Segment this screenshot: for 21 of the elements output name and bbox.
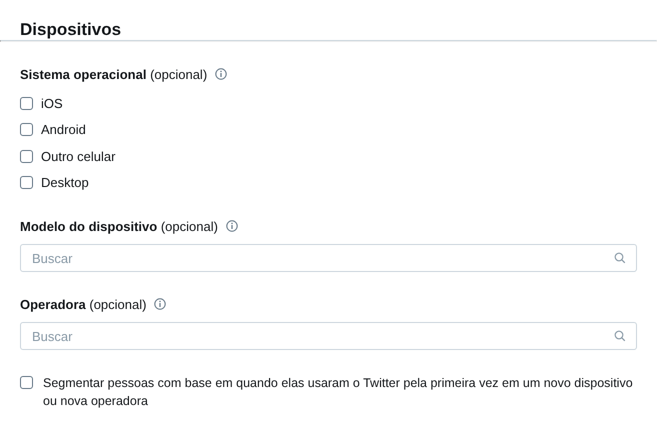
checkbox-label: Outro celular bbox=[41, 148, 116, 164]
page-title: Dispositivos bbox=[19, 19, 122, 40]
checkbox-label: Desktop bbox=[41, 175, 89, 190]
checkbox-label: Segmentar pessoas com base em quando elas usaram o Twitter pela primeira vez em um novo dispositivo ou nova operadora bbox=[43, 375, 634, 410]
checkbox[interactable] bbox=[20, 96, 33, 110]
info-icon[interactable] bbox=[154, 298, 166, 310]
field-label: Operadora (opcional) bbox=[20, 296, 146, 312]
field-label: Sistema operacional (opcional) bbox=[20, 66, 208, 82]
search-field[interactable]: Buscar bbox=[20, 244, 637, 272]
checkbox[interactable] bbox=[20, 176, 33, 190]
checkbox[interactable] bbox=[20, 123, 33, 136]
info-icon[interactable] bbox=[226, 220, 238, 232]
search-icon bbox=[614, 330, 626, 342]
field-label: Modelo do dispositivo (opcional) bbox=[20, 218, 218, 234]
checkbox[interactable] bbox=[20, 376, 33, 389]
search-icon bbox=[614, 252, 626, 264]
info-icon[interactable] bbox=[215, 68, 228, 80]
checkbox-label: iOS bbox=[41, 96, 63, 111]
checkbox-label: Android bbox=[41, 122, 86, 138]
checkbox[interactable] bbox=[20, 150, 33, 163]
search-field[interactable]: Buscar bbox=[20, 322, 637, 350]
